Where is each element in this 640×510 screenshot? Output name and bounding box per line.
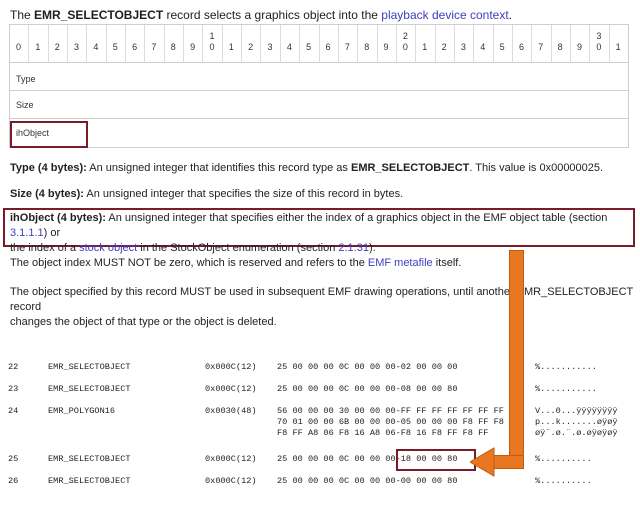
record-type: EMR_SELECTOBJECT xyxy=(48,384,131,394)
note-object-usage: The object specified by this record MUST… xyxy=(10,286,634,328)
record-number: 22 xyxy=(8,362,19,372)
type-definition: Type (4 bytes): An unsigned integer that… xyxy=(10,162,604,174)
record-size: 0x0030(48) xyxy=(205,406,257,416)
arrow-shaft-vertical xyxy=(509,250,524,464)
bit-index-cell: 7 xyxy=(145,25,165,62)
bit-index-cell: 1 0 xyxy=(203,25,223,62)
bit-index-cell: 2 xyxy=(49,25,69,62)
bit-index-cell: 4 xyxy=(281,25,301,62)
bit-index-cell: 5 xyxy=(494,25,513,62)
bit-index-cell: 6 xyxy=(126,25,146,62)
record-ascii: %.......... xyxy=(535,476,592,486)
bit-index-cell: 2 xyxy=(436,25,455,62)
record-size: 0x000C(12) xyxy=(205,476,257,486)
record-hex-bytes: F8 FF A8 06 F8 16 A8 06-F8 16 F8 FF F8 F… xyxy=(277,428,489,438)
bit-index-cell: 5 xyxy=(107,25,127,62)
record-size: 0x000C(12) xyxy=(205,362,257,372)
bit-index-cell: 3 xyxy=(68,25,88,62)
bit-index-cell: 1 xyxy=(29,25,49,62)
bit-index-cell: 6 xyxy=(320,25,339,62)
section-2-1-31-link[interactable]: 2.1.31 xyxy=(338,242,369,254)
bit-index-cell: 5 xyxy=(300,25,320,62)
bit-index-cell: 1 xyxy=(615,42,621,52)
emf-metafile-link[interactable]: EMF metafile xyxy=(368,257,433,269)
bit-index-cell: 3 xyxy=(261,25,281,62)
bit-index-cell: 1 xyxy=(416,25,436,62)
bit-index-cell: 3 xyxy=(455,25,475,62)
record-hex-bytes: 56 00 00 00 30 00 00 00-FF FF FF FF FF F… xyxy=(277,406,504,416)
field-size: Size xyxy=(10,91,628,119)
bit-index-cell: 7 xyxy=(532,25,552,62)
bit-index-cell: 3 0 xyxy=(590,25,610,62)
record-type: EMR_SELECTOBJECT xyxy=(48,476,131,486)
record-ascii: p...k.......øÿøÿ xyxy=(535,417,618,427)
arrow-head xyxy=(470,447,495,477)
bit-index-cell: 1 xyxy=(223,25,243,62)
playback-device-context-link[interactable]: playback device context xyxy=(381,8,508,22)
bit-index-cell: 9 xyxy=(184,25,204,62)
record-type: EMR_SELECTOBJECT xyxy=(48,362,131,372)
bit-layout-table: 01234567891 01234567892 01234567893 01 T… xyxy=(9,24,629,148)
field-ihobject: ihObject xyxy=(16,128,50,138)
bit-index-cell: 6 xyxy=(513,25,533,62)
bit-index-cell: 7 xyxy=(339,25,359,62)
ihobject-field-highlight xyxy=(10,121,88,148)
bit-index-cell: 8 xyxy=(358,25,378,62)
record-ascii: øÿ¨.ø.¨.ø.øÿøÿøÿ xyxy=(535,428,618,438)
bit-index-cell: 4 xyxy=(87,25,107,62)
stock-object-link[interactable]: stock object xyxy=(79,242,137,254)
bit-index-cell: 0 xyxy=(10,25,30,62)
note-object-index: The object index MUST NOT be zero, which… xyxy=(10,257,462,269)
section-3-1-1-1-link[interactable]: 3.1.1.1 xyxy=(10,227,44,239)
record-type: EMR_POLYGON16 xyxy=(48,406,116,416)
bit-header-row: 01234567891 01234567892 01234567893 01 xyxy=(10,25,628,63)
record-name: EMR_SELECTOBJECT xyxy=(34,8,164,22)
record-ascii: V...0...ÿÿÿÿÿÿÿÿ xyxy=(535,406,618,416)
bit-index-cell: 4 xyxy=(474,25,494,62)
size-definition: Size (4 bytes): An unsigned integer that… xyxy=(10,188,404,200)
ihobject-definition: ihObject (4 bytes): An unsigned integer … xyxy=(10,212,608,254)
record-ascii: %........... xyxy=(535,362,597,372)
record-hex-bytes: 70 01 00 00 6B 00 00 00-05 00 00 00 F8 F… xyxy=(277,417,504,427)
record-ascii: %........... xyxy=(535,384,597,394)
field-type: Type xyxy=(10,63,628,91)
record-size: 0x000C(12) xyxy=(205,454,257,464)
bit-index-cell: 8 xyxy=(165,25,185,62)
bit-index-cell: 9 xyxy=(571,25,591,62)
intro-line: The EMR_SELECTOBJECT record selects a gr… xyxy=(10,8,513,22)
bit-index-cell: 2 0 xyxy=(397,25,417,62)
record-hex-bytes: 25 00 00 00 0C 00 00 00-00 00 00 80 xyxy=(277,476,458,486)
record-number: 25 xyxy=(8,454,19,464)
record-number: 24 xyxy=(8,406,19,416)
record-type: EMR_SELECTOBJECT xyxy=(48,454,131,464)
record-number: 26 xyxy=(8,476,19,486)
record-ascii: %.......... xyxy=(535,454,592,464)
bit-index-cell: 2 xyxy=(242,25,262,62)
record-hex-bytes: 25 00 00 00 0C 00 00 00-02 00 00 00 xyxy=(277,362,458,372)
record-size: 0x000C(12) xyxy=(205,384,257,394)
record-number: 23 xyxy=(8,384,19,394)
bit-index-cell: 8 xyxy=(552,25,571,62)
record-hex-bytes: 25 00 00 00 0C 00 00 00-08 00 00 80 xyxy=(277,384,458,394)
bit-index-cell: 9 xyxy=(378,25,397,62)
ihobject-bytes-highlight xyxy=(396,449,476,471)
